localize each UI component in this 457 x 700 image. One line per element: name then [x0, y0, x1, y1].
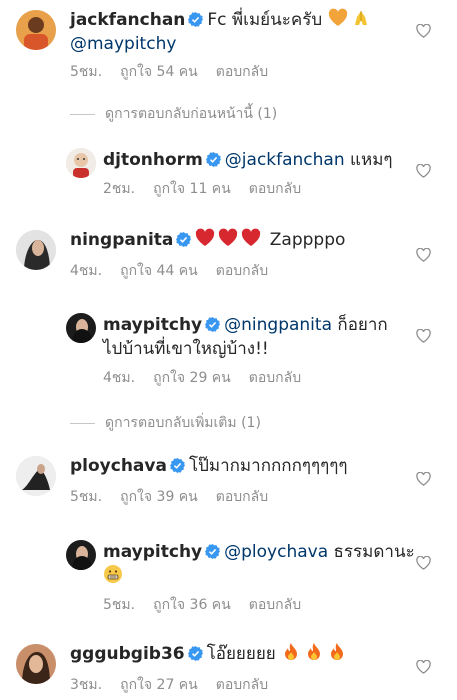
fire-emoji: [304, 642, 324, 662]
username[interactable]: gggubgib36: [70, 644, 185, 664]
mention-link[interactable]: @ploychava: [224, 542, 328, 562]
likes-count[interactable]: ถูกใจ 44 คน: [120, 263, 198, 279]
timestamp: 5ชม.: [70, 489, 103, 505]
heart-outline-icon[interactable]: [416, 660, 431, 674]
comment-ploychava: ploychava โป๊มากมากกกกๆๆๆๆๆ 5ชม. ถูกใจ 39 …: [0, 448, 457, 518]
comment-meta: 5ชม. ถูกใจ 39 คน ตอบกลับ: [70, 486, 268, 508]
reply-button[interactable]: ตอบกลับ: [216, 263, 268, 279]
username[interactable]: ningpanita: [70, 230, 173, 250]
comment-text: djtonhorm @jackfanchan แหมๆ: [103, 148, 393, 172]
comment-body: ก็อยาก: [337, 315, 388, 335]
avatar[interactable]: [16, 456, 56, 496]
verified-badge-icon: [205, 544, 221, 559]
heart-outline-icon[interactable]: [416, 164, 431, 178]
view-more-replies[interactable]: ดูการตอบกลับเพิ่มเติม (1): [70, 412, 261, 434]
comment-text: maypitchy @ploychava ธรรมดานะ: [103, 540, 415, 564]
reply-button[interactable]: ตอบกลับ: [249, 181, 301, 197]
heart-outline-icon[interactable]: [416, 24, 431, 38]
comment-body: ธรรมดานะ: [333, 542, 415, 562]
likes-count[interactable]: ถูกใจ 54 คน: [120, 64, 198, 80]
comment-gggubgib36: gggubgib36 โอ๊ยยยยย 3ชม. ถูกใจ 27 คน ตอบกลั…: [0, 636, 457, 700]
orange-heart-emoji: [328, 8, 348, 28]
folded-hands-emoji: [351, 8, 371, 28]
avatar[interactable]: [16, 644, 56, 684]
timestamp: 4ชม.: [70, 263, 103, 279]
verified-badge-icon: [188, 12, 204, 27]
comment-text: jackfanchan Fc พี่เมย์นะครับ: [70, 8, 374, 32]
comment-body-line2: [103, 564, 126, 588]
username[interactable]: ploychava: [70, 456, 167, 476]
reply-djtonhorm: djtonhorm @jackfanchan แหมๆ 2ชม. ถูกใจ 11 …: [0, 140, 457, 200]
mention-link[interactable]: @maypitchy: [70, 32, 176, 56]
avatar[interactable]: [66, 540, 96, 570]
likes-count[interactable]: ถูกใจ 36 คน: [153, 597, 231, 613]
comment-text: maypitchy @ningpanita ก็อยาก: [103, 313, 388, 337]
verified-badge-icon: [205, 152, 221, 167]
comment-meta: 2ชม. ถูกใจ 11 คน ตอบกลับ: [103, 178, 301, 200]
reply-button[interactable]: ตอบกลับ: [216, 677, 268, 693]
verified-badge-icon: [176, 232, 192, 247]
red-heart-emoji: [241, 228, 261, 248]
comment-body: Zappppo: [269, 230, 346, 250]
comment-body: โอ๊ยยยยย: [206, 644, 276, 664]
avatar[interactable]: [66, 148, 96, 178]
divider: [70, 113, 95, 115]
comment-body: แหมๆ: [350, 150, 393, 170]
comment-text: ploychava โป๊มากมากกกกๆๆๆๆๆ: [70, 454, 348, 478]
verified-badge-icon: [169, 458, 185, 473]
view-previous-replies[interactable]: ดูการตอบกลับก่อนหน้านี้ (1): [70, 103, 277, 125]
likes-count[interactable]: ถูกใจ 29 คน: [153, 370, 231, 386]
comment-jackfanchan: jackfanchan Fc พี่เมย์นะครับ @maypitchy 5…: [0, 0, 457, 90]
timestamp: 2ชม.: [103, 181, 136, 197]
avatar[interactable]: [16, 230, 56, 270]
comment-body-line2: ไปบ้านที่เขาใหญ่บ้าง!!: [103, 339, 269, 359]
username[interactable]: maypitchy: [103, 542, 202, 562]
heart-outline-icon[interactable]: [416, 329, 431, 343]
verified-badge-icon: [187, 646, 203, 661]
heart-outline-icon[interactable]: [416, 248, 431, 262]
reply-maypitchy-2: maypitchy @ploychava ธรรมดานะ 5ชม. ถูกใจ 3…: [0, 532, 457, 617]
avatar[interactable]: [66, 313, 96, 343]
mention-link[interactable]: @ningpanita: [224, 315, 332, 335]
comment-meta: 3ชม. ถูกใจ 27 คน ตอบกลับ: [70, 674, 268, 696]
timestamp: 4ชม.: [103, 370, 136, 386]
comment-ningpanita: ningpanita Zappppo 4ชม. ถูกใจ 44 คน ตอบกลั…: [0, 222, 457, 292]
heart-outline-icon[interactable]: [416, 556, 431, 570]
comment-text: gggubgib36 โอ๊ยยยยย: [70, 642, 350, 666]
timestamp: 5ชม.: [70, 64, 103, 80]
reply-button[interactable]: ตอบกลับ: [249, 597, 301, 613]
fire-emoji: [327, 642, 347, 662]
fire-emoji: [281, 642, 301, 662]
reply-button[interactable]: ตอบกลับ: [216, 489, 268, 505]
comment-text: ningpanita Zappppo: [70, 228, 345, 252]
likes-count[interactable]: ถูกใจ 39 คน: [120, 489, 198, 505]
reply-button[interactable]: ตอบกลับ: [249, 370, 301, 386]
likes-count[interactable]: ถูกใจ 27 คน: [120, 677, 198, 693]
grimacing-face-emoji: [103, 564, 123, 584]
timestamp: 3ชม.: [70, 677, 103, 693]
view-more-label[interactable]: ดูการตอบกลับเพิ่มเติม (1): [105, 415, 261, 431]
mention-link[interactable]: @jackfanchan: [225, 150, 345, 170]
divider: [70, 422, 95, 424]
comment-meta: 4ชม. ถูกใจ 29 คน ตอบกลับ: [103, 367, 301, 389]
reply-button[interactable]: ตอบกลับ: [216, 64, 268, 80]
reply-maypitchy: maypitchy @ningpanita ก็อยาก ไปบ้านที่เขา…: [0, 305, 457, 390]
avatar[interactable]: [16, 10, 56, 50]
view-previous-label[interactable]: ดูการตอบกลับก่อนหน้านี้ (1): [105, 106, 277, 122]
username[interactable]: jackfanchan: [70, 10, 185, 30]
comment-meta: 5ชม. ถูกใจ 54 คน ตอบกลับ: [70, 61, 268, 83]
verified-badge-icon: [205, 317, 221, 332]
comment-body: โป๊มากมากกกกๆๆๆๆๆ: [188, 456, 348, 476]
red-heart-emoji: [218, 228, 238, 248]
username[interactable]: djtonhorm: [103, 150, 203, 170]
timestamp: 5ชม.: [103, 597, 136, 613]
heart-outline-icon[interactable]: [416, 472, 431, 486]
comment-body: Fc พี่เมย์นะครับ: [207, 10, 323, 30]
username[interactable]: maypitchy: [103, 315, 202, 335]
comment-meta: 4ชม. ถูกใจ 44 คน ตอบกลับ: [70, 260, 268, 282]
likes-count[interactable]: ถูกใจ 11 คน: [153, 181, 231, 197]
red-heart-emoji: [195, 228, 215, 248]
comment-meta: 5ชม. ถูกใจ 36 คน ตอบกลับ: [103, 594, 301, 616]
